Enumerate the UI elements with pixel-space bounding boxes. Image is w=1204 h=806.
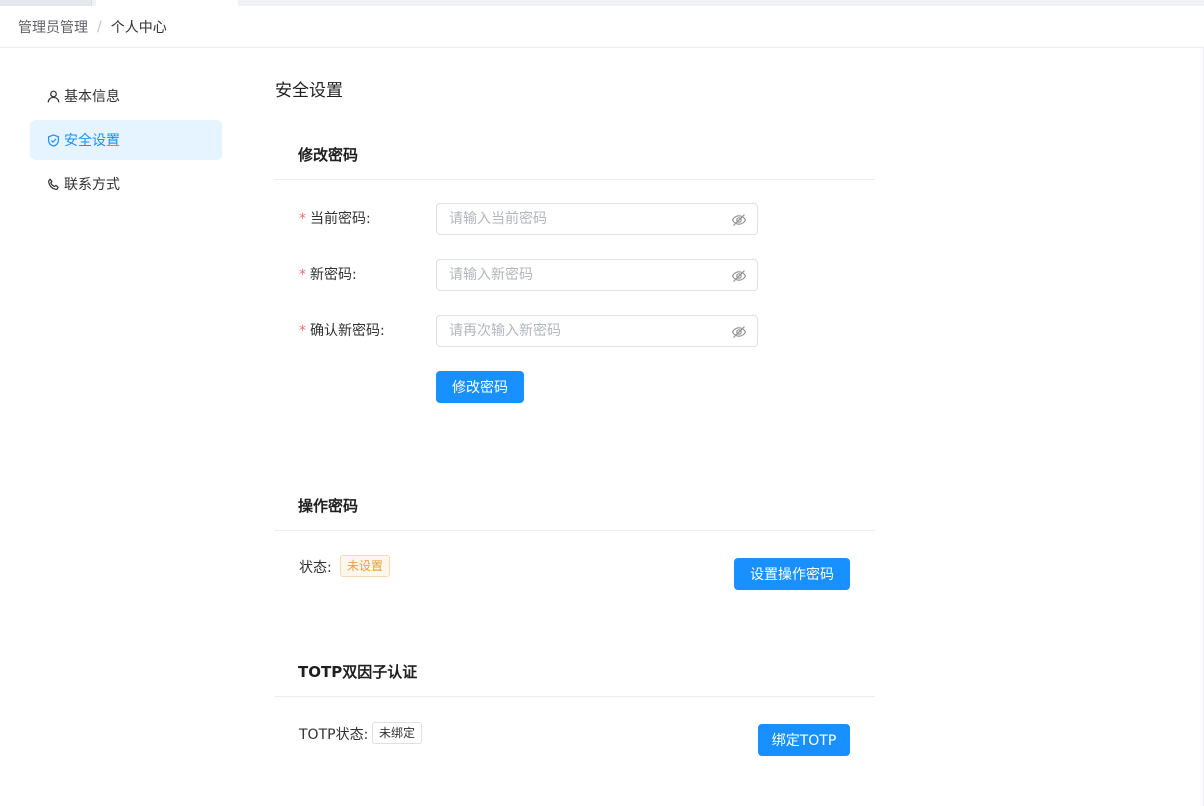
- confirm-password-input[interactable]: [449, 316, 719, 346]
- breadcrumb-item-personal-center: 个人中心: [110, 20, 167, 36]
- sidebar-item-label: 基本信息: [64, 89, 120, 105]
- shield-icon: [46, 133, 60, 147]
- required-mark: *: [299, 211, 306, 227]
- current-password-field[interactable]: [436, 203, 758, 235]
- totp-title: TOTP双因子认证: [298, 663, 418, 681]
- eye-off-icon[interactable]: [731, 212, 747, 228]
- eye-off-icon[interactable]: [731, 324, 747, 340]
- change-password-button[interactable]: 修改密码: [436, 371, 524, 403]
- new-password-label-text: 新密码:: [310, 267, 357, 283]
- tab-active[interactable]: [96, 0, 238, 6]
- tab-bar: [0, 0, 1204, 6]
- current-password-input[interactable]: [449, 204, 719, 234]
- sidebar-item-label: 安全设置: [64, 133, 120, 149]
- section-divider: [274, 696, 875, 697]
- required-mark: *: [299, 323, 306, 339]
- operation-password-title: 操作密码: [298, 497, 359, 515]
- new-password-input[interactable]: [449, 260, 719, 290]
- current-password-label-text: 当前密码:: [310, 211, 371, 227]
- eye-off-icon[interactable]: [731, 268, 747, 284]
- new-password-field[interactable]: [436, 259, 758, 291]
- user-icon: [46, 89, 60, 103]
- current-password-label: * 当前密码:: [299, 203, 371, 235]
- change-password-title: 修改密码: [298, 146, 359, 164]
- confirm-password-label: * 确认新密码:: [299, 315, 385, 347]
- sidebar-item-label: 联系方式: [64, 177, 120, 193]
- breadcrumb: 管理员管理 / 个人中心: [18, 17, 167, 37]
- totp-status-label: TOTP状态:: [299, 727, 369, 743]
- status-badge: 未设置: [340, 555, 391, 577]
- sidebar-item-contact[interactable]: 联系方式: [30, 164, 222, 204]
- new-password-label: * 新密码:: [299, 259, 357, 291]
- tab-inactive[interactable]: [0, 0, 92, 6]
- status-badge: 未绑定: [372, 722, 423, 744]
- operation-password-status-label: 状态:: [299, 560, 332, 576]
- set-operation-password-button[interactable]: 设置操作密码: [734, 558, 850, 590]
- page-title: 安全设置: [275, 81, 343, 101]
- header-divider: [0, 47, 1204, 48]
- bind-totp-button[interactable]: 绑定TOTP: [758, 724, 850, 756]
- required-mark: *: [299, 267, 306, 283]
- breadcrumb-separator: /: [97, 19, 102, 35]
- sidebar-item-basic-info[interactable]: 基本信息: [30, 76, 222, 116]
- confirm-password-field[interactable]: [436, 315, 758, 347]
- confirm-password-label-text: 确认新密码:: [310, 323, 385, 339]
- section-divider: [274, 179, 875, 180]
- section-divider: [274, 530, 875, 531]
- breadcrumb-item-admin-management[interactable]: 管理员管理: [18, 17, 88, 37]
- phone-icon: [46, 177, 60, 191]
- sidebar-item-security[interactable]: 安全设置: [30, 120, 222, 160]
